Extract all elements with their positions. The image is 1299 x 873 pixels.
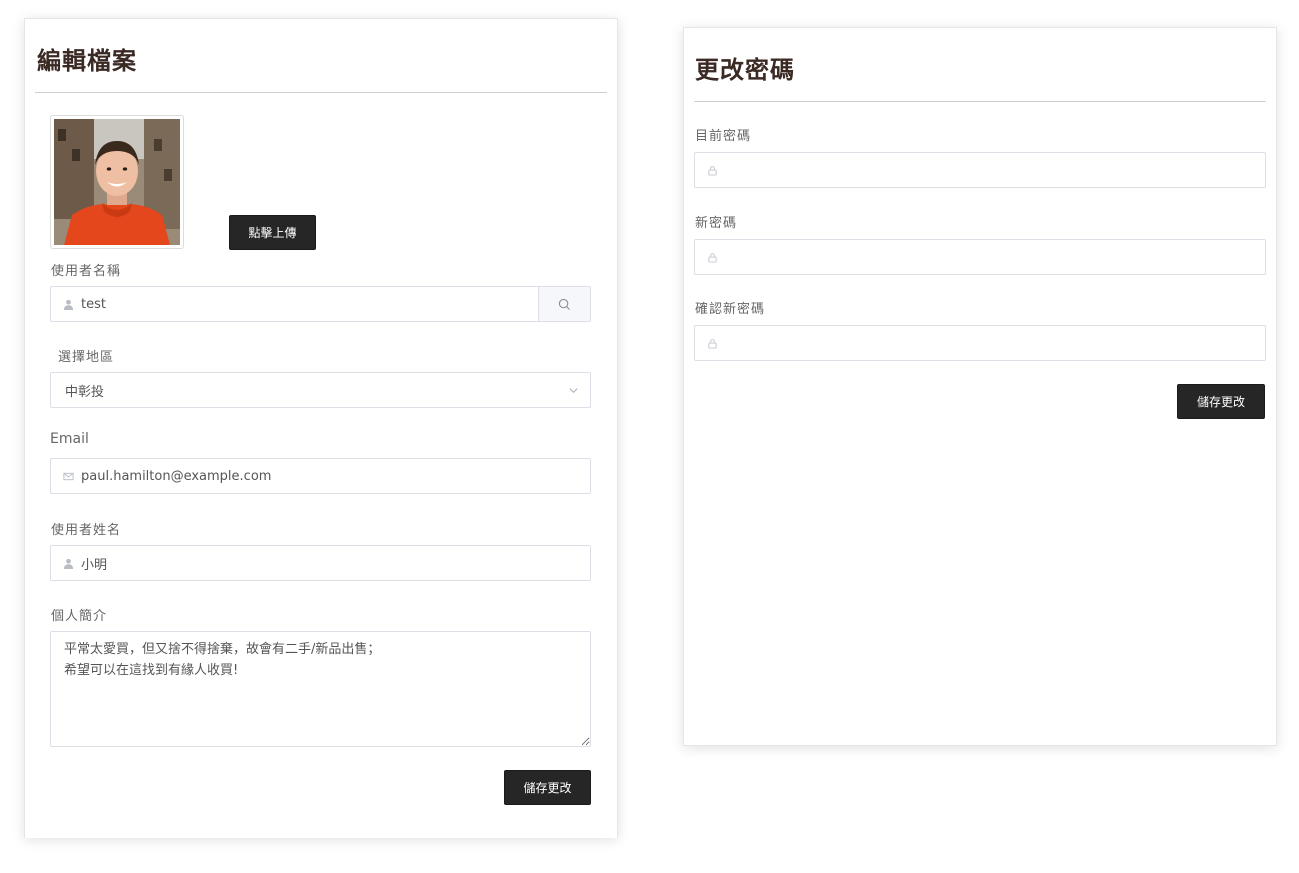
edit-profile-card: 編輯檔案 點擊上傳 使用者名稱 test 選擇地區 中彰投 Email paul… [24, 18, 618, 838]
username-field[interactable] [50, 286, 591, 322]
user-icon [61, 556, 75, 570]
current-password-label: 目前密碼 [695, 129, 752, 144]
mail-icon [61, 469, 75, 483]
chevron-down-icon [568, 384, 580, 396]
search-icon [558, 298, 571, 310]
edit-profile-title: 編輯檔案 [37, 47, 137, 75]
username-input[interactable] [81, 287, 590, 321]
current-password-field[interactable] [694, 152, 1266, 188]
current-password-input[interactable] [725, 153, 1265, 187]
bio-textarea[interactable]: 平常太愛買，但又捨不得捨棄，故會有二手/新品出售； 希望可以在這找到有緣人收買! [50, 631, 591, 747]
region-selected-value: 中彰投 [65, 384, 105, 400]
region-label: 選擇地區 [58, 350, 115, 365]
avatar [50, 115, 184, 249]
fullname-field[interactable] [50, 545, 591, 581]
email-field[interactable] [50, 458, 591, 494]
search-button[interactable] [538, 287, 590, 321]
new-password-label: 新密碼 [695, 216, 738, 231]
new-password-input[interactable] [725, 240, 1265, 274]
lock-icon [705, 336, 719, 350]
change-password-card: 更改密碼 目前密碼 新密碼 確認新密碼 儲存更改 [683, 27, 1277, 746]
user-icon [61, 297, 75, 311]
confirm-password-field[interactable] [694, 325, 1266, 361]
title-divider [35, 92, 607, 93]
new-password-field[interactable] [694, 239, 1266, 275]
save-profile-button[interactable]: 儲存更改 [504, 770, 591, 805]
save-password-button[interactable]: 儲存更改 [1177, 384, 1265, 419]
upload-button[interactable]: 點擊上傳 [229, 215, 316, 250]
lock-icon [705, 250, 719, 264]
bio-label: 個人簡介 [51, 609, 108, 624]
region-select[interactable]: 中彰投 [50, 372, 591, 408]
confirm-password-label: 確認新密碼 [695, 302, 766, 317]
avatar-photo [54, 119, 180, 245]
username-label: 使用者名稱 [51, 264, 122, 279]
lock-icon [705, 163, 719, 177]
title-divider [694, 101, 1266, 102]
email-input[interactable] [81, 459, 590, 493]
confirm-password-input[interactable] [725, 326, 1265, 360]
fullname-label: 使用者姓名 [51, 523, 122, 538]
email-label: Email [50, 431, 89, 447]
change-password-title: 更改密碼 [695, 56, 795, 84]
fullname-input[interactable] [81, 546, 590, 580]
